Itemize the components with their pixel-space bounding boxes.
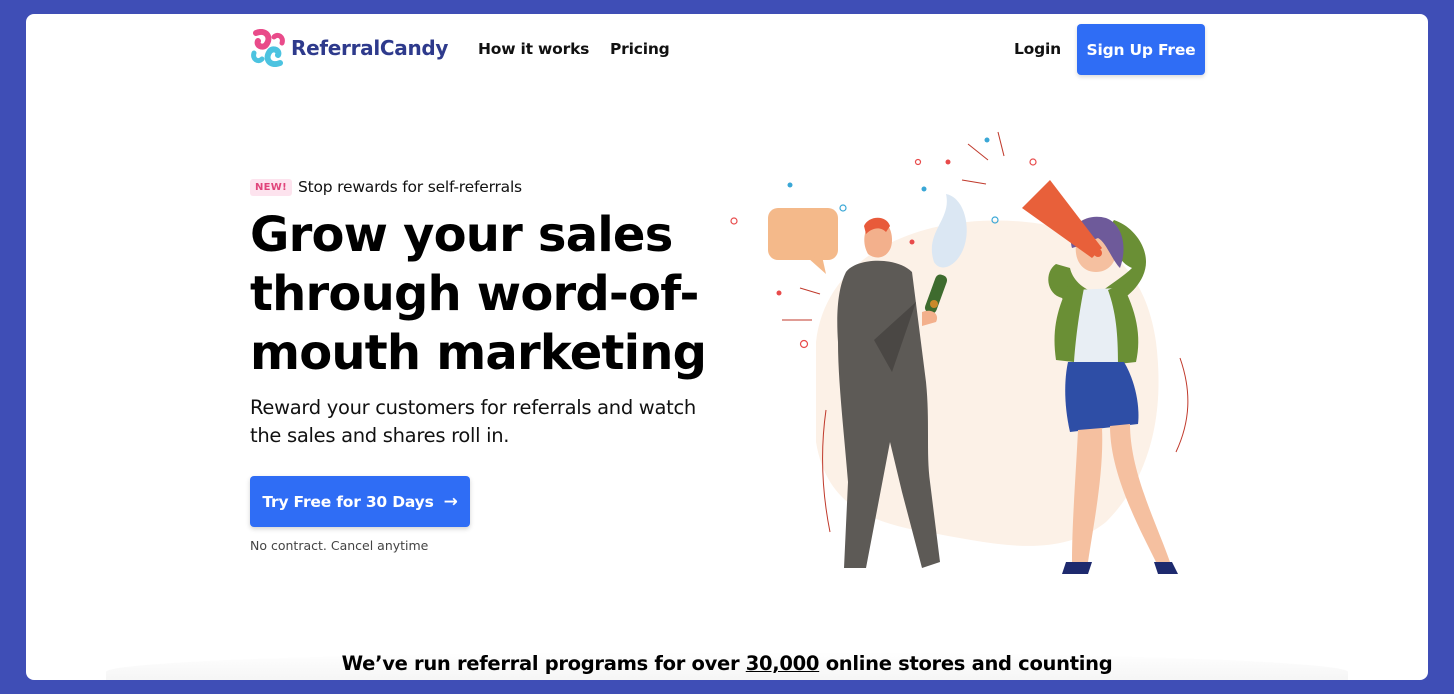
referralcandy-logo-icon [250, 29, 286, 67]
speech-bubble-icon [768, 208, 838, 260]
cta-label: Try Free for 30 Days [262, 492, 434, 511]
hero-illustration [726, 122, 1226, 586]
social-proof-heading: We’ve run referral programs for over 30,… [26, 652, 1428, 675]
announcement-banner[interactable]: NEW! Stop rewards for self-referrals [250, 178, 522, 196]
new-badge: NEW! [250, 178, 292, 196]
login-link[interactable]: Login [1014, 40, 1061, 58]
hero-headline: Grow your sales through word-of-mouth ma… [250, 207, 707, 381]
try-free-button[interactable]: Try Free for 30 Days → [250, 476, 470, 527]
stats-number: 30,000 [745, 652, 820, 675]
brand-logo[interactable]: ReferralCandy [250, 29, 448, 67]
page-frame: ReferralCandy How it works Pricing Login… [26, 14, 1428, 680]
brand-name: ReferralCandy [291, 36, 449, 60]
cta-note: No contract. Cancel anytime [250, 538, 429, 553]
nav-link-how-it-works[interactable]: How it works [478, 40, 589, 58]
arrow-right-icon: → [443, 491, 458, 512]
stats-prefix: We’ve run referral programs for over [341, 652, 746, 675]
sign-up-button[interactable]: Sign Up Free [1077, 24, 1205, 75]
hero-subhead: Reward your customers for referrals and … [250, 396, 696, 447]
stats-suffix: online stores and counting [819, 652, 1113, 675]
nav-link-pricing[interactable]: Pricing [610, 40, 670, 58]
announcement-text: Stop rewards for self-referrals [298, 178, 522, 196]
